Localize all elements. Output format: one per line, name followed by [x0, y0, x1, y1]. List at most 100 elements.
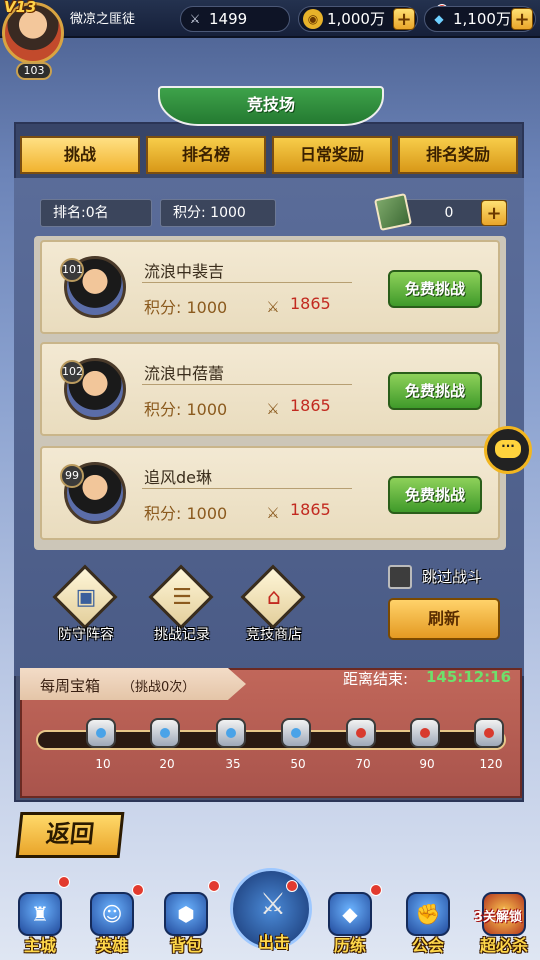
opponent-name: 追风de琳: [144, 468, 213, 487]
refresh-button[interactable]: 刷新: [388, 598, 500, 640]
opponent-name: 流浪中蓓蕾: [144, 364, 225, 383]
weekly-challenge-count: （挑战0次）: [122, 680, 196, 695]
unlock-tag: 3关解锁: [474, 910, 523, 925]
weekly-chest[interactable]: [474, 718, 504, 748]
power-value: 1499: [209, 10, 248, 28]
back-button[interactable]: 返回: [15, 812, 125, 858]
chat-button[interactable]: ···: [484, 426, 532, 474]
notification-dot: [58, 876, 70, 888]
vip-badge: V13: [4, 0, 37, 16]
milestone-label: 35: [225, 757, 241, 771]
nav-label: 公会: [411, 936, 444, 955]
swords-icon: ⚔: [259, 887, 287, 922]
free-challenge-button[interactable]: 免费挑战: [388, 372, 482, 410]
tab-rank-reward[interactable]: 排名奖励: [398, 136, 518, 174]
opponent-score: 积分: 1000: [144, 504, 228, 523]
opponent-level: 101: [60, 258, 84, 282]
nav-guild[interactable]: ✊ 公会: [396, 892, 460, 958]
opponent-card: 102 流浪中蓓蕾 积分: 1000 ⚔ 1865 免费挑战: [40, 342, 500, 436]
page-title: 竞技场: [158, 86, 384, 126]
rank-display: 排名:0名: [40, 199, 152, 227]
opponent-card: 101 流浪中裴吉 积分: 1000 ⚔ 1865 免费挑战: [40, 240, 500, 334]
divider: [142, 384, 352, 385]
hero-icon: ☺: [90, 892, 134, 936]
notification-dot: [132, 884, 144, 896]
training-icon: ◆: [328, 892, 372, 936]
crossed-swords-icon: ⚔: [266, 504, 280, 522]
milestone-label: 70: [355, 757, 371, 771]
add-diamond-button[interactable]: +: [511, 8, 533, 30]
diamond-value: 1,100万: [453, 10, 511, 28]
notification-dot: [370, 884, 382, 896]
player-avatar[interactable]: V13 103: [2, 0, 66, 80]
crossed-swords-icon: ⚔: [266, 298, 280, 316]
notification-dot: [208, 880, 220, 892]
gold-display: ◉ 1,000万 +: [298, 6, 418, 32]
ticket-count: 0: [444, 205, 454, 221]
divider: [142, 282, 352, 283]
opponent-name: 流浪中裴吉: [144, 262, 225, 281]
weekly-chest[interactable]: [150, 718, 180, 748]
weekly-chest[interactable]: [281, 718, 311, 748]
diamond-display: ◆ 1,100万 +: [424, 6, 536, 32]
nav-main-city[interactable]: ♜ 主城: [8, 892, 72, 958]
milestone-label: 20: [159, 757, 175, 771]
tab-challenge[interactable]: 挑战: [20, 136, 140, 174]
countdown-timer: 145:12:16: [426, 668, 512, 686]
nav-hero[interactable]: ☺ 英雄: [80, 892, 144, 958]
nav-label: 历练: [333, 936, 366, 955]
free-challenge-button[interactable]: 免费挑战: [388, 270, 482, 308]
weekly-chest[interactable]: [216, 718, 246, 748]
feature-label: 防守阵容: [58, 627, 114, 643]
diamond-icon: ◆: [434, 12, 444, 26]
skip-battle-checkbox[interactable]: [388, 565, 412, 589]
weekly-chest[interactable]: [410, 718, 440, 748]
challenge-record-button[interactable]: ☰ 挑战记录: [142, 564, 222, 650]
milestone-label: 50: [290, 757, 306, 771]
challenge-tickets: 0 +: [374, 193, 508, 231]
opponent-card: 99 追风de琳 积分: 1000 ⚔ 1865 免费挑战: [40, 446, 500, 540]
notification-dot: [286, 880, 298, 892]
nav-label: 主城: [23, 936, 56, 955]
nav-label: 出击: [257, 933, 290, 952]
guild-icon: ✊: [406, 892, 450, 936]
power-display: ⚔ 1499: [180, 6, 290, 32]
player-level: 103: [16, 62, 52, 80]
weekly-chest-title: 每周宝箱: [40, 677, 101, 695]
nav-sortie[interactable]: ⚔ 出击: [230, 868, 312, 952]
tab-daily-reward[interactable]: 日常奖励: [272, 136, 392, 174]
arena-shop-button[interactable]: ⌂ 竞技商店: [234, 564, 314, 650]
milestone-label: 90: [419, 757, 435, 771]
opponent-power: 1865: [290, 294, 331, 313]
divider: [142, 488, 352, 489]
nav-label: 背包: [169, 936, 202, 955]
nav-ultimate[interactable]: ✦ 超必杀: [472, 892, 536, 958]
feature-label: 挑战记录: [154, 627, 210, 643]
opponent-score: 积分: 1000: [144, 298, 228, 317]
add-ticket-button[interactable]: +: [481, 200, 507, 226]
coin-icon: ◉: [303, 9, 323, 29]
gold-value: 1,000万: [327, 10, 385, 28]
opponent-power: 1865: [290, 500, 331, 519]
nav-bag[interactable]: ⬢ 背包: [154, 892, 218, 958]
scroll-icon: ☰: [172, 585, 192, 610]
crossed-swords-icon: ⚔: [189, 12, 201, 26]
nav-label: 超必杀: [479, 936, 528, 955]
weekly-chest[interactable]: [346, 718, 376, 748]
milestone-label: 10: [95, 757, 111, 771]
opponent-power: 1865: [290, 396, 331, 415]
free-challenge-button[interactable]: 免费挑战: [388, 476, 482, 514]
nav-training[interactable]: ◆ 历练: [318, 892, 382, 958]
arena-tabs: 挑战 排名榜 日常奖励 排名奖励: [20, 136, 520, 174]
opponent-level: 99: [60, 464, 84, 488]
defense-formation-button[interactable]: ▣ 防守阵容: [46, 564, 126, 650]
weekly-chest[interactable]: [86, 718, 116, 748]
bag-icon: ⬢: [164, 892, 208, 936]
nav-label: 英雄: [95, 936, 128, 955]
opponent-score: 积分: 1000: [144, 400, 228, 419]
add-gold-button[interactable]: +: [393, 8, 415, 30]
shop-icon: ⌂: [267, 585, 281, 610]
milestone-label: 120: [479, 757, 503, 771]
feature-label: 竞技商店: [246, 627, 302, 643]
tab-ranking[interactable]: 排名榜: [146, 136, 266, 174]
